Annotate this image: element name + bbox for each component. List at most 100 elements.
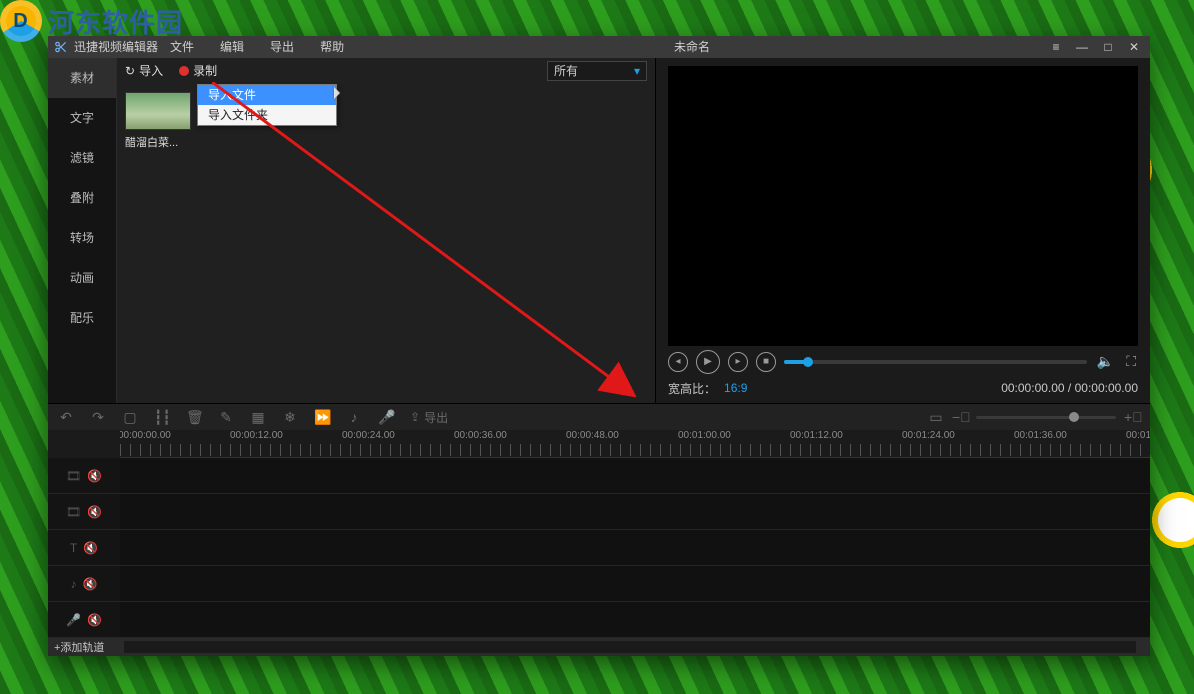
speed-icon[interactable]: ⏩ [314,409,330,426]
ruler-label: 00:01:00.00 [678,430,731,441]
tab-material[interactable]: 素材 [48,58,116,98]
track-audio[interactable]: ♪🔇 [48,566,120,602]
ruler-label: 00:00:00.00 [120,430,171,441]
ruler-label: 00:01:24.00 [902,430,955,441]
ruler-label: 00:00:12.00 [230,430,283,441]
clip-thumbnail [125,92,191,130]
zoom-knob[interactable] [1069,412,1079,422]
record-label: 录制 [193,62,217,79]
tab-transition[interactable]: 转场 [48,218,116,258]
record-dot-icon [179,66,189,76]
watermark-text: 河东软件园 [48,3,183,40]
caret-down-icon: ▾ [634,64,640,78]
record-button[interactable]: 录制 [179,62,217,79]
media-clip[interactable]: 醋溜白菜... [125,92,191,150]
zoom-in-icon[interactable]: +⃝ [1124,409,1140,425]
tab-animation[interactable]: 动画 [48,258,116,298]
track-video-2[interactable]: 🎞🔇 [48,494,120,530]
add-track-button[interactable]: +添加轨道 [48,639,110,655]
redo-icon[interactable]: ↷ [90,409,106,426]
side-tabs: 素材 文字 滤镜 叠附 转场 动画 配乐 [48,58,116,403]
media-filter-dropdown[interactable]: 所有 ▾ [547,61,647,81]
import-refresh-icon: ↻ [125,64,135,78]
ruler-label: 00:01:12.00 [790,430,843,441]
menu-help[interactable]: 帮助 [320,38,344,55]
menu-bar: 文件 编辑 导出 帮助 [170,38,344,55]
timeline-toolbar: ↶ ↷ ▢ ┇┇ 🗑 ✎ ▦ ❄ ⏩ ♪ 🎤 ⇪ 导出 ▭ −⃝ +⃝ [48,403,1150,431]
titlebar: 迅捷视频编辑器 文件 编辑 导出 帮助 未命名 ≡ — □ ✕ [48,36,1150,58]
media-panel: ↻ 导入 录制 所有 ▾ 导入文件 导入文件夹 醋溜白菜 [116,58,656,403]
play-button[interactable]: ▶ [696,350,720,374]
menu-export[interactable]: 导出 [270,38,294,55]
horizontal-scrollbar[interactable] [112,641,1148,653]
window-maximize-button[interactable]: □ [1100,40,1116,54]
track-voice[interactable]: 🎤🔇 [48,602,120,638]
preview-timecode: 00:00:00.00 / 00:00:00.00 [1001,381,1138,395]
preview-column: ◂ ▶ ▸ ■ 🔈 ⛶ 宽高比： 16:9 00:00:00.00 / 00:0… [656,58,1150,403]
menu-edit[interactable]: 编辑 [220,38,244,55]
timeline-ruler[interactable]: 00:00:00.00 00:00:12.00 00:00:24.00 00:00:3… [120,430,1150,458]
next-frame-button[interactable]: ▸ [728,352,748,372]
undo-icon[interactable]: ↶ [58,409,74,426]
ruler-label: 00:01: [1126,430,1150,441]
ruler-label: 00:00:24.00 [342,430,395,441]
track-video-1[interactable]: 🎞🔇 [48,458,120,494]
mute-icon: 🔇 [83,541,98,555]
mute-icon: 🔇 [87,613,102,627]
media-filter-value: 所有 [554,62,578,79]
mute-icon: 🔇 [83,577,98,591]
tab-text[interactable]: 文字 [48,98,116,138]
track-lanes[interactable] [120,458,1150,638]
ruler-label: 00:01:36.00 [1014,430,1067,441]
aspect-label: 宽高比： [668,380,716,397]
tab-music[interactable]: 配乐 [48,298,116,338]
preview-progress[interactable] [784,360,1087,364]
mute-icon: 🔇 [87,505,102,519]
stop-button[interactable]: ■ [756,352,776,372]
timeline-export-button[interactable]: ⇪ 导出 [410,409,448,426]
edit-icon[interactable]: ✎ [218,409,234,426]
aspect-value: 16:9 [724,381,747,395]
mic-track-icon: 🎤 [66,613,81,627]
fullscreen-icon[interactable]: ⛶ [1124,353,1138,370]
import-button[interactable]: ↻ 导入 [125,62,163,79]
preview-viewport [668,66,1138,346]
ruler-label: 00:00:36.00 [454,430,507,441]
tab-overlay[interactable]: 叠附 [48,178,116,218]
prev-frame-button[interactable]: ◂ [668,352,688,372]
window-close-button[interactable]: ✕ [1126,40,1142,54]
film-icon: 🎞 [66,505,81,519]
window-menu-button[interactable]: ≡ [1048,40,1064,54]
text-icon: T [70,541,77,555]
zoom-slider[interactable] [976,416,1116,419]
mute-icon: 🔇 [87,469,102,483]
window-minimize-button[interactable]: — [1074,40,1090,54]
site-watermark: D 河东软件园 [0,0,183,42]
zoom-out-icon[interactable]: −⃝ [952,409,968,425]
freeze-icon[interactable]: ❄ [282,409,298,426]
progress-knob[interactable] [803,357,813,367]
import-dropdown: 导入文件 导入文件夹 [197,84,337,126]
clip-name: 醋溜白菜... [125,134,191,150]
app-window: 迅捷视频编辑器 文件 编辑 导出 帮助 未命名 ≡ — □ ✕ 素材 文字 滤镜… [48,36,1150,656]
film-icon: 🎞 [66,469,81,483]
timeline-export-label: 导出 [424,409,448,426]
delete-icon[interactable]: 🗑 [186,409,202,426]
ruler-label: 00:00:48.00 [566,430,619,441]
mic-icon[interactable]: 🎤 [378,409,394,426]
mosaic-icon[interactable]: ▦ [250,409,266,426]
volume-icon[interactable]: 🔈 [1095,353,1116,370]
track-text[interactable]: T🔇 [48,530,120,566]
import-folder-item[interactable]: 导入文件夹 [198,105,336,125]
tab-filter[interactable]: 滤镜 [48,138,116,178]
fit-icon[interactable]: ▭ [928,409,944,426]
audio-icon[interactable]: ♪ [346,409,362,425]
split-icon[interactable]: ┇┇ [154,409,170,426]
document-title: 未命名 [344,38,1040,55]
share-icon: ⇪ [410,410,420,424]
music-icon: ♪ [71,577,77,591]
import-label: 导入 [139,62,163,79]
crop-icon[interactable]: ▢ [122,409,138,426]
track-headers: 🎞🔇 🎞🔇 T🔇 ♪🔇 🎤🔇 [48,458,120,638]
import-file-item[interactable]: 导入文件 [198,85,336,105]
